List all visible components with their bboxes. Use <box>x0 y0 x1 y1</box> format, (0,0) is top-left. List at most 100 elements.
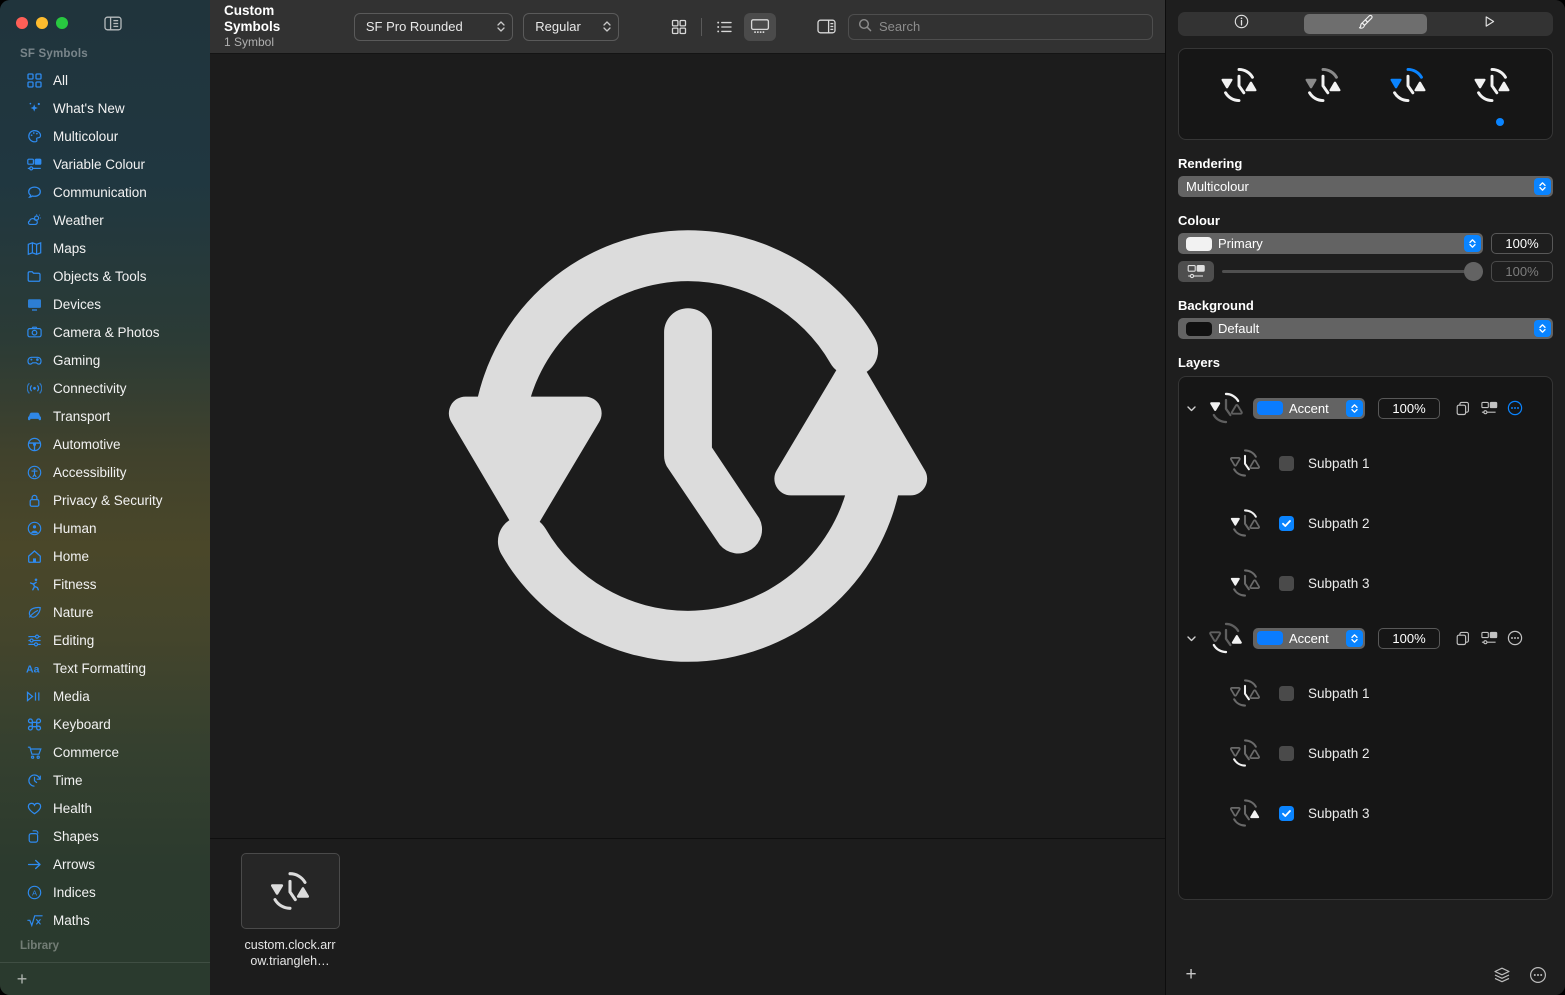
tab-animation[interactable] <box>1427 14 1551 34</box>
chevron-up-down-icon[interactable] <box>1464 235 1481 252</box>
sidebar-item-gaming[interactable]: Gaming <box>0 346 210 374</box>
sidebar-item-time[interactable]: Time <box>0 766 210 794</box>
layer-colour-select[interactable]: Accent <box>1253 397 1365 419</box>
variable-colour-layer-icon[interactable] <box>1480 399 1498 417</box>
sidebar-item-transport[interactable]: Transport <box>0 402 210 430</box>
preview-hierarchical[interactable] <box>1295 61 1351 109</box>
sidebar-item-multicolour[interactable]: Multicolour <box>0 122 210 150</box>
sidebar-nav-list[interactable]: SF Symbols All What's New Multicolour Va… <box>0 46 210 958</box>
sidebar-item-privacy-security[interactable]: Privacy & Security <box>0 486 210 514</box>
sidebar-item-weather[interactable]: Weather <box>0 206 210 234</box>
subpath-row[interactable]: Subpath 1 <box>1179 433 1552 493</box>
add-layer-button[interactable]: + <box>1180 964 1202 986</box>
subpath-row[interactable]: Subpath 3 <box>1179 553 1552 613</box>
sidebar-item-maths[interactable]: Maths <box>0 906 210 934</box>
tab-info[interactable] <box>1180 14 1304 34</box>
sidebar-item-fitness[interactable]: Fitness <box>0 570 210 598</box>
symbol-canvas[interactable] <box>210 54 1165 839</box>
symbol-count: 1 Symbol <box>224 35 275 49</box>
tab-appearance[interactable] <box>1303 14 1428 34</box>
layer-opacity-field[interactable]: 100% <box>1378 397 1440 419</box>
sidebar-item-indices[interactable]: A Indices <box>0 878 210 906</box>
colour-select[interactable]: Primary <box>1178 233 1483 254</box>
symbol-thumbnail-cell[interactable]: custom.clock.arrow.triangleh… <box>234 853 346 995</box>
minimize-button[interactable] <box>36 17 48 29</box>
layer-group-row[interactable]: Accent 100% <box>1179 383 1552 433</box>
chevron-up-down-icon[interactable] <box>1346 629 1363 647</box>
gallery-view-button[interactable] <box>744 12 776 41</box>
subpath-row[interactable]: Subpath 2 <box>1179 723 1552 783</box>
subpath-checkbox[interactable] <box>1279 685 1294 701</box>
stack-icon[interactable] <box>1491 964 1513 986</box>
background-swatch <box>1186 321 1212 336</box>
subpath-checkbox[interactable] <box>1279 515 1294 531</box>
rendering-select[interactable]: Multicolour <box>1178 176 1553 197</box>
sidebar-item-nature[interactable]: Nature <box>0 598 210 626</box>
preview-multicolour[interactable] <box>1464 61 1520 109</box>
sidebar-item-accessibility[interactable]: Accessibility <box>0 458 210 486</box>
layer-more-icon[interactable] <box>1506 399 1524 417</box>
grid-view-button[interactable] <box>663 13 695 41</box>
slider-knob[interactable] <box>1464 262 1483 281</box>
sidebar-item-objects-tools[interactable]: Objects & Tools <box>0 262 210 290</box>
sidebar-item-automotive[interactable]: Automotive <box>0 430 210 458</box>
background-select[interactable]: Default <box>1178 318 1553 339</box>
sidebar-item-connectivity[interactable]: Connectivity <box>0 374 210 402</box>
subpath-row[interactable]: Subpath 2 <box>1179 493 1552 553</box>
variable-colour-layer-icon[interactable] <box>1480 629 1498 647</box>
sidebar-item-health[interactable]: Health <box>0 794 210 822</box>
subpath-row[interactable]: Subpath 3 <box>1179 783 1552 843</box>
list-view-button[interactable] <box>708 13 740 41</box>
sidebar-item-editing[interactable]: Editing <box>0 626 210 654</box>
sidebar-item-shapes[interactable]: Shapes <box>0 822 210 850</box>
subpath-row[interactable]: Subpath 1 <box>1179 663 1552 723</box>
sidebar-item-arrows[interactable]: Arrows <box>0 850 210 878</box>
sidebar-item-maps[interactable]: Maps <box>0 234 210 262</box>
variable-colour-slider[interactable] <box>1222 261 1483 282</box>
layers-list[interactable]: Accent 100% Subpath 1 Subpath 2 Subpath … <box>1178 376 1553 900</box>
sidebar-item-text-formatting[interactable]: Aa Text Formatting <box>0 654 210 682</box>
variable-colour-toggle-icon[interactable] <box>1178 261 1214 282</box>
sidebar-toggle-icon[interactable] <box>103 13 123 33</box>
sidebar-item-whats-new[interactable]: What's New <box>0 94 210 122</box>
subpath-checkbox[interactable] <box>1279 745 1294 761</box>
preview-monochrome[interactable] <box>1211 61 1267 109</box>
sidebar-item-communication[interactable]: Communication <box>0 178 210 206</box>
close-button[interactable] <box>16 17 28 29</box>
sidebar-item-all[interactable]: All <box>0 66 210 94</box>
multicolour-preview-glyph <box>1474 67 1510 103</box>
colour-opacity-field[interactable]: 100% <box>1491 233 1553 254</box>
chevron-down-icon[interactable] <box>1183 400 1199 416</box>
sidebar-item-media[interactable]: Media <box>0 682 210 710</box>
sidebar-item-commerce[interactable]: Commerce <box>0 738 210 766</box>
ellipsis-circle-icon[interactable] <box>1527 964 1549 986</box>
subpath-checkbox[interactable] <box>1279 455 1294 471</box>
font-weight-popup[interactable]: Regular <box>523 12 619 41</box>
subpath-checkbox[interactable] <box>1279 805 1294 821</box>
variable-colour-value-field[interactable]: 100% <box>1491 261 1553 282</box>
sidebar-item-keyboard[interactable]: Keyboard <box>0 710 210 738</box>
layer-colour-select[interactable]: Accent <box>1253 627 1365 649</box>
sidebar-item-camera-photos[interactable]: Camera & Photos <box>0 318 210 346</box>
preview-palette[interactable] <box>1380 61 1436 109</box>
search-input[interactable]: Search <box>848 13 1153 40</box>
inspector-toggle-icon[interactable] <box>814 16 838 38</box>
sidebar-item-devices[interactable]: Devices <box>0 290 210 318</box>
duplicate-layer-icon[interactable] <box>1454 629 1472 647</box>
zoom-button[interactable] <box>56 17 68 29</box>
chevron-up-down-icon[interactable] <box>1346 399 1363 417</box>
layer-more-icon[interactable] <box>1506 629 1524 647</box>
sidebar-item-human[interactable]: Human <box>0 514 210 542</box>
add-library-button[interactable]: + <box>12 969 32 989</box>
sidebar-item-home[interactable]: Home <box>0 542 210 570</box>
layer-group-row[interactable]: Accent 100% <box>1179 613 1552 663</box>
font-family-popup[interactable]: SF Pro Rounded <box>353 12 514 41</box>
chevron-up-down-icon[interactable] <box>1534 178 1551 195</box>
sidebar-item-variable-colour[interactable]: Variable Colour <box>0 150 210 178</box>
symbol-thumbnail[interactable] <box>240 853 340 929</box>
layer-opacity-field[interactable]: 100% <box>1378 627 1440 649</box>
chevron-up-down-icon[interactable] <box>1534 320 1551 337</box>
subpath-checkbox[interactable] <box>1279 575 1294 591</box>
chevron-down-icon[interactable] <box>1183 630 1199 646</box>
duplicate-layer-icon[interactable] <box>1454 399 1472 417</box>
